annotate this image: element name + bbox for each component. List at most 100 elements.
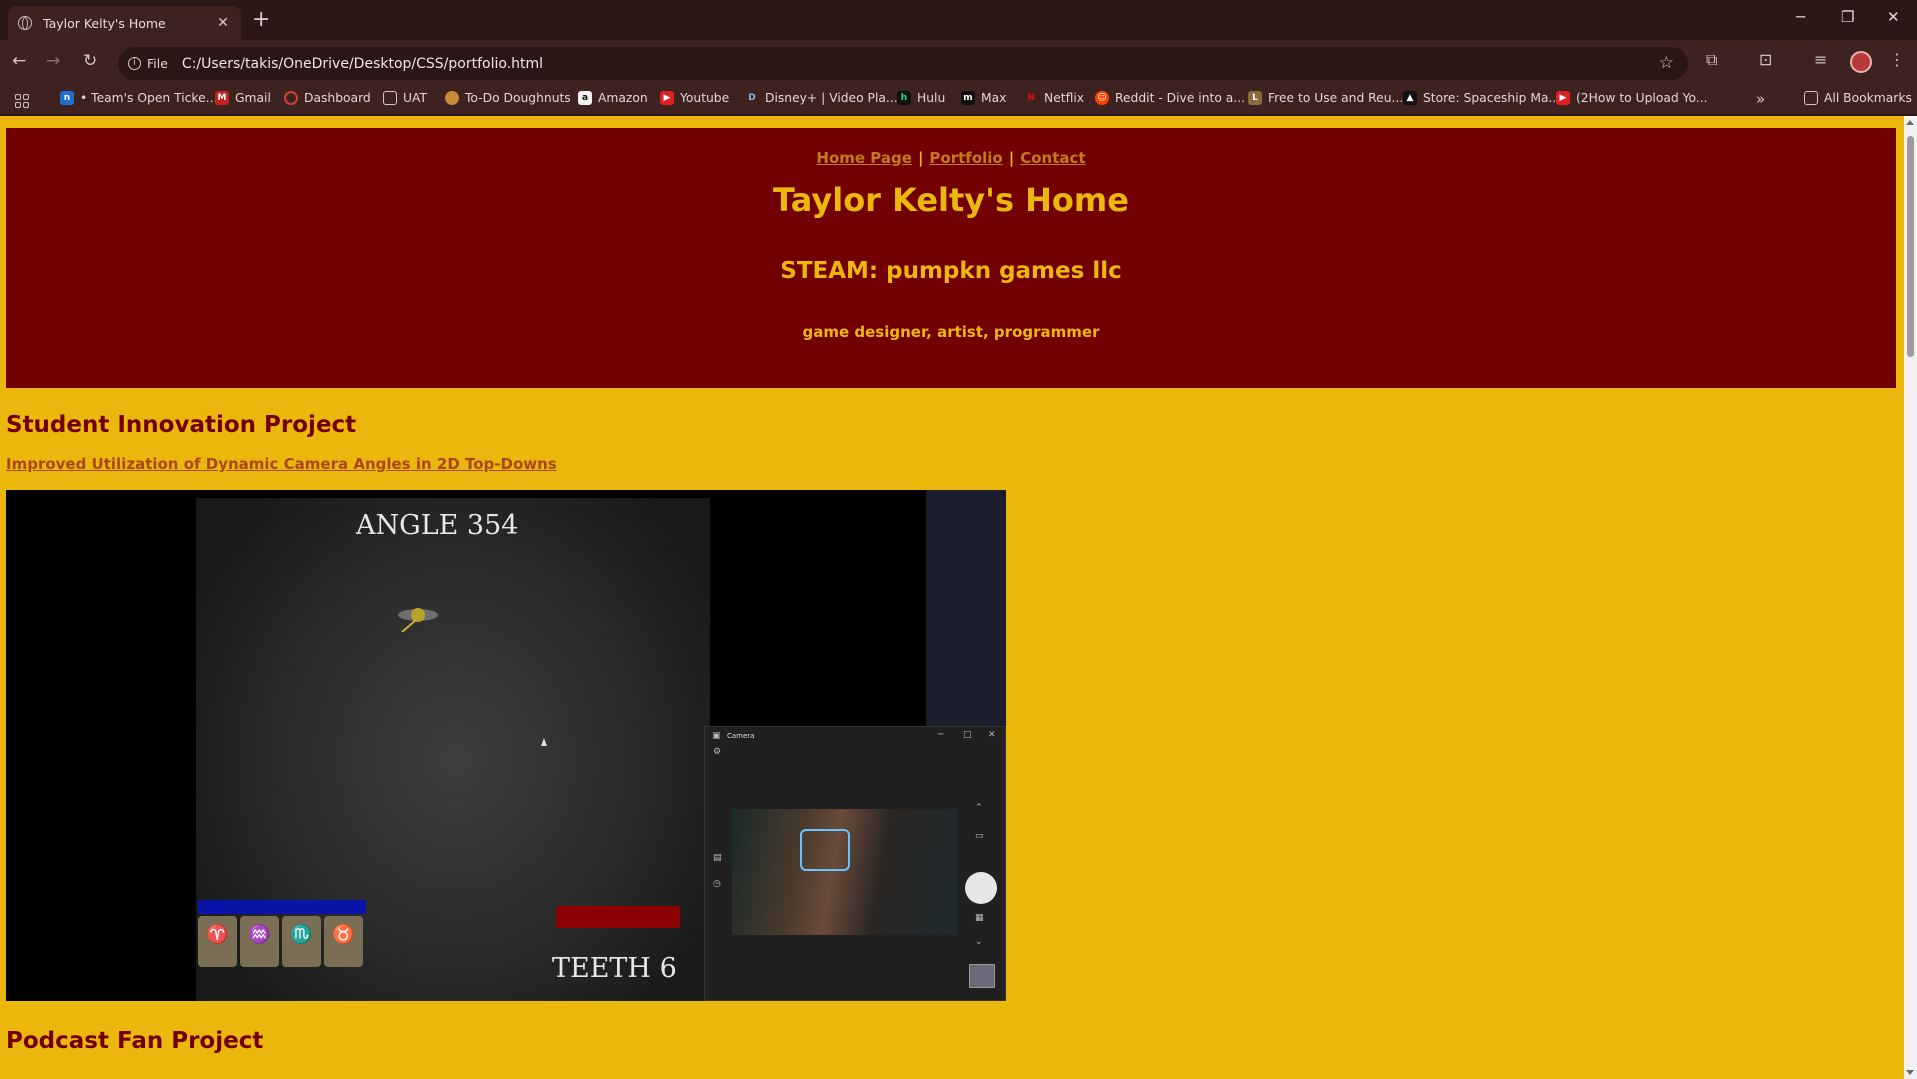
- bookmark-item[interactable]: a Amazon: [578, 91, 648, 105]
- ability-slot: ♉: [324, 916, 363, 967]
- bookmark-item[interactable]: To-Do Doughnuts: [445, 91, 571, 105]
- bookmarks-bar: n • Team's Open Ticke... M Gmail Dashboard…: [0, 86, 1917, 114]
- page-scrollbar[interactable]: [1904, 116, 1917, 1079]
- bookmark-item[interactable]: ☺ Reddit - Dive into a...: [1095, 91, 1245, 105]
- disney-icon: D: [748, 93, 756, 103]
- tab-strip: Taylor Kelty's Home ✕ + ─ ❐ ✕: [0, 0, 1917, 40]
- nav-separator: |: [1008, 149, 1015, 167]
- store-icon: ▲: [1403, 91, 1417, 105]
- page-title: Taylor Kelty's Home: [773, 181, 1129, 219]
- podcast-heading: Podcast Fan Project: [6, 1028, 264, 1054]
- site-info-label: File: [147, 56, 168, 71]
- active-tab[interactable]: Taylor Kelty's Home ✕: [8, 6, 241, 40]
- youtube-icon: ▶: [660, 91, 674, 105]
- ability-slot: ♒: [240, 916, 279, 967]
- profile-avatar[interactable]: [1850, 51, 1872, 73]
- bookmark-item[interactable]: n • Team's Open Ticke...: [60, 91, 217, 105]
- camera-shutter-button: [965, 872, 997, 904]
- amazon-icon: a: [578, 91, 592, 105]
- max-icon: m: [961, 91, 975, 105]
- page-viewport: Home Page | Portfolio | Contact Taylor Kelty…: [0, 116, 1904, 1079]
- loc-icon: L: [1248, 91, 1262, 105]
- ability-slots: ♈ ♒ ♏ ♉: [198, 916, 363, 967]
- camera-timer-icon: ◷: [713, 879, 721, 889]
- reddit-icon: ☺: [1095, 91, 1109, 105]
- bookmark-item[interactable]: h Hulu: [897, 91, 945, 105]
- ability-slot: ♈: [198, 916, 237, 967]
- page-subtitle: STEAM: pumpkn games llc: [780, 258, 1122, 284]
- nav-link-contact[interactable]: Contact: [1020, 149, 1085, 167]
- address-bar[interactable]: i File C:/Users/takis/OneDrive/Desktop/C…: [118, 47, 1688, 80]
- restore-icon[interactable]: ❐: [1841, 8, 1854, 26]
- scroll-down-icon[interactable]: [1906, 1070, 1914, 1075]
- site-info-chip[interactable]: i File: [128, 56, 168, 71]
- innovation-heading: Student Innovation Project: [6, 412, 357, 438]
- bookmark-item[interactable]: N Netflix: [1024, 91, 1084, 105]
- new-tab-button[interactable]: +: [252, 6, 270, 34]
- nav-separator: |: [917, 149, 924, 167]
- notion-icon: n: [60, 91, 74, 105]
- camera-app-window: ▣ Camera ─ □ ✕ ⚙ ▤ ◷ ⌃ ▭ ▦ ⌄: [704, 726, 1006, 1001]
- camera-close-icon: ✕: [988, 730, 996, 740]
- camera-up-chevron-icon: ⌃: [975, 803, 983, 813]
- mouse-cursor-icon: [541, 738, 547, 746]
- project-video[interactable]: ANGLE 354 ♈ ♒ ♏ ♉ TEETH 6 ▣ Camera ─ □ ✕: [6, 490, 1006, 1001]
- nav-link-portfolio[interactable]: Portfolio: [929, 149, 1002, 167]
- scroll-up-icon[interactable]: [1906, 120, 1914, 125]
- bookmark-item[interactable]: Dashboard: [284, 91, 371, 105]
- nav-link-home[interactable]: Home Page: [816, 149, 912, 167]
- reload-icon[interactable]: ↻: [83, 51, 97, 71]
- teeth-readout: TEETH 6: [552, 953, 677, 984]
- forward-icon[interactable]: →: [46, 51, 60, 71]
- menu-icon[interactable]: ⋮: [1889, 50, 1905, 69]
- bookmark-item[interactable]: ▲ Store: Spaceship Ma...: [1403, 91, 1560, 105]
- bee-creature-sprite: [398, 608, 438, 632]
- all-bookmarks-button[interactable]: All Bookmarks: [1804, 91, 1912, 105]
- innovation-project-link[interactable]: Improved Utilization of Dynamic Camera A…: [6, 455, 557, 473]
- bookmarks-overflow-icon[interactable]: »: [1756, 90, 1765, 108]
- camera-preview: [732, 809, 957, 935]
- folder-icon: [1804, 91, 1818, 105]
- bookmark-item[interactable]: UAT: [383, 91, 427, 105]
- site-nav: Home Page | Portfolio | Contact: [6, 149, 1896, 167]
- youtube-icon: ▶: [1556, 91, 1570, 105]
- video-mode-icon: ▭: [975, 831, 984, 841]
- scrollbar-thumb[interactable]: [1907, 136, 1914, 357]
- minimize-icon[interactable]: ─: [1796, 8, 1805, 26]
- ability-slot: ♏: [282, 916, 321, 967]
- window-close-icon[interactable]: ✕: [1887, 8, 1900, 26]
- browser-toolbar: ← → ↻ i File C:/Users/takis/OneDrive/Des…: [0, 40, 1917, 86]
- bookmark-item[interactable]: M Gmail: [215, 91, 271, 105]
- bookmark-item[interactable]: D Disney+ | Video Pla...: [745, 91, 897, 105]
- dashboard-icon: [284, 91, 298, 105]
- game-footage: ANGLE 354 ♈ ♒ ♏ ♉ TEETH 6: [196, 498, 710, 1001]
- tab-title: Taylor Kelty's Home: [43, 15, 166, 31]
- camera-settings-icon: ⚙: [713, 747, 722, 757]
- camera-hdr-icon: ▤: [713, 853, 722, 863]
- tab-close-icon[interactable]: ✕: [215, 15, 231, 31]
- tab-search-icon[interactable]: ⊡: [1759, 50, 1772, 69]
- url-text: C:/Users/takis/OneDrive/Desktop/CSS/port…: [181, 55, 544, 72]
- media-control-icon[interactable]: ≡: [1814, 50, 1827, 69]
- bookmark-item[interactable]: L Free to Use and Reu...: [1248, 91, 1403, 105]
- camera-maximize-icon: □: [963, 730, 972, 740]
- site-header: Home Page | Portfolio | Contact Taylor Kelty…: [6, 128, 1896, 388]
- camera-app-icon: ▣: [712, 731, 721, 741]
- bookmark-item[interactable]: ▶ Youtube: [660, 91, 729, 105]
- doughnut-icon: [445, 91, 459, 105]
- camera-down-chevron-icon: ⌄: [975, 937, 983, 947]
- back-icon[interactable]: ←: [12, 51, 26, 71]
- bookmark-star-icon[interactable]: ☆: [1659, 53, 1674, 73]
- video-backdrop: [926, 490, 1006, 730]
- gmail-icon: M: [215, 91, 229, 105]
- bookmark-item[interactable]: m Max: [961, 91, 1006, 105]
- apps-grid-icon[interactable]: [15, 94, 29, 108]
- camera-last-photo-thumbnail: [969, 964, 995, 988]
- stamina-bar: [198, 900, 366, 914]
- globe-icon: [18, 16, 32, 30]
- camera-scan-icon: ▦: [975, 913, 984, 923]
- extensions-icon[interactable]: ⧉: [1706, 50, 1717, 70]
- health-bar: [556, 906, 680, 928]
- bookmark-item[interactable]: ▶ (2How to Upload Yo...: [1556, 91, 1708, 105]
- hulu-icon: h: [897, 91, 911, 105]
